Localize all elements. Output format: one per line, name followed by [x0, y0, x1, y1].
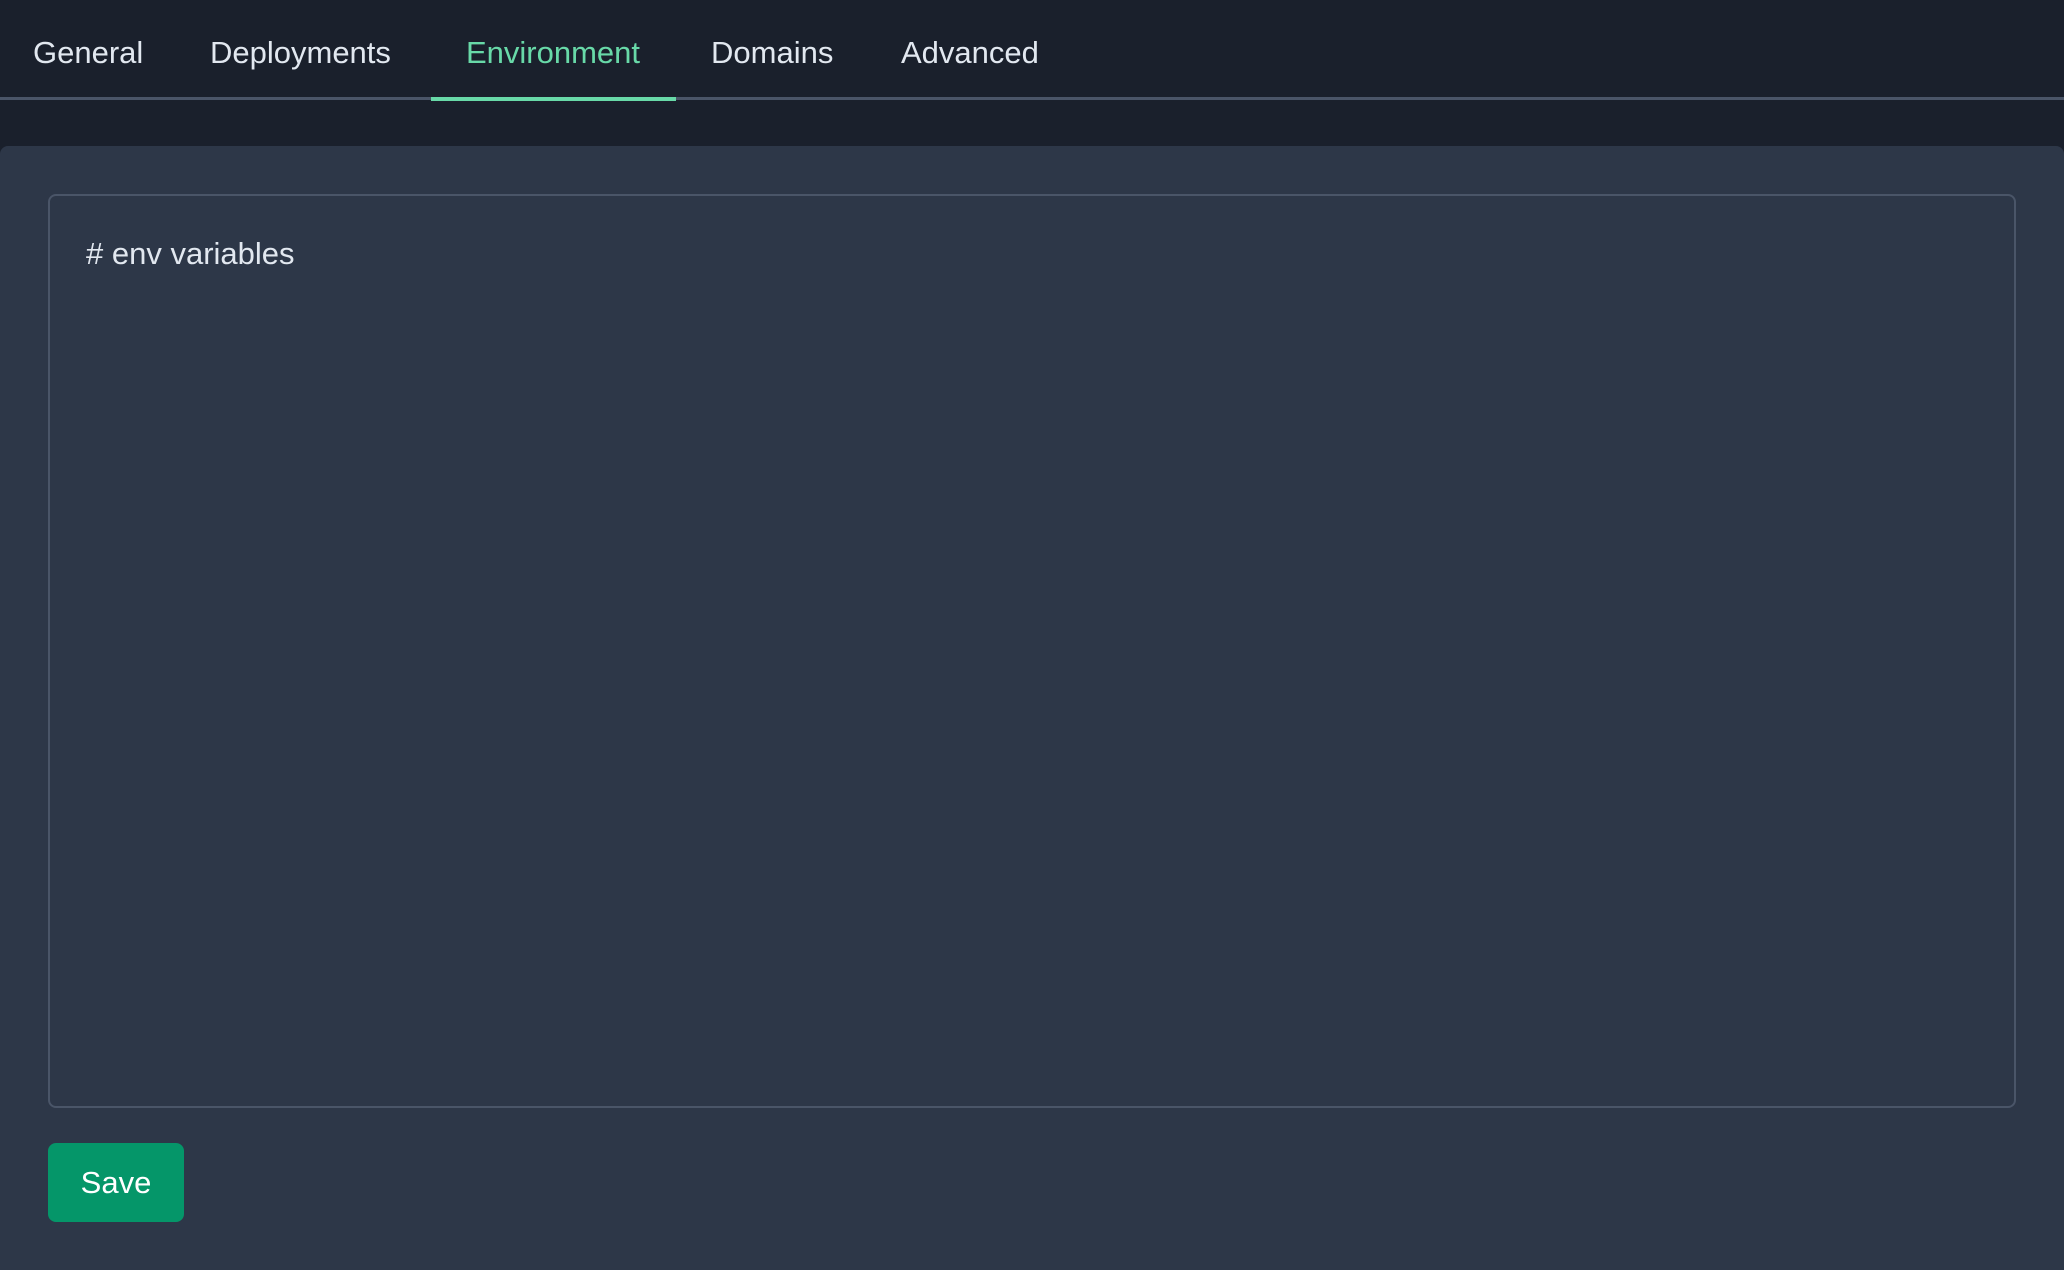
save-button[interactable]: Save [48, 1143, 184, 1222]
tab-bar: General Deployments Environment Domains … [0, 0, 2064, 101]
tab-environment[interactable]: Environment [466, 0, 640, 100]
environment-panel: # env variables Save [0, 146, 2064, 1270]
active-tab-indicator [431, 97, 676, 101]
tab-general[interactable]: General [33, 0, 143, 100]
tab-deployments[interactable]: Deployments [210, 0, 391, 100]
env-variables-editor[interactable]: # env variables [48, 194, 2016, 1108]
tab-domains[interactable]: Domains [711, 0, 833, 100]
tab-advanced[interactable]: Advanced [901, 0, 1039, 100]
